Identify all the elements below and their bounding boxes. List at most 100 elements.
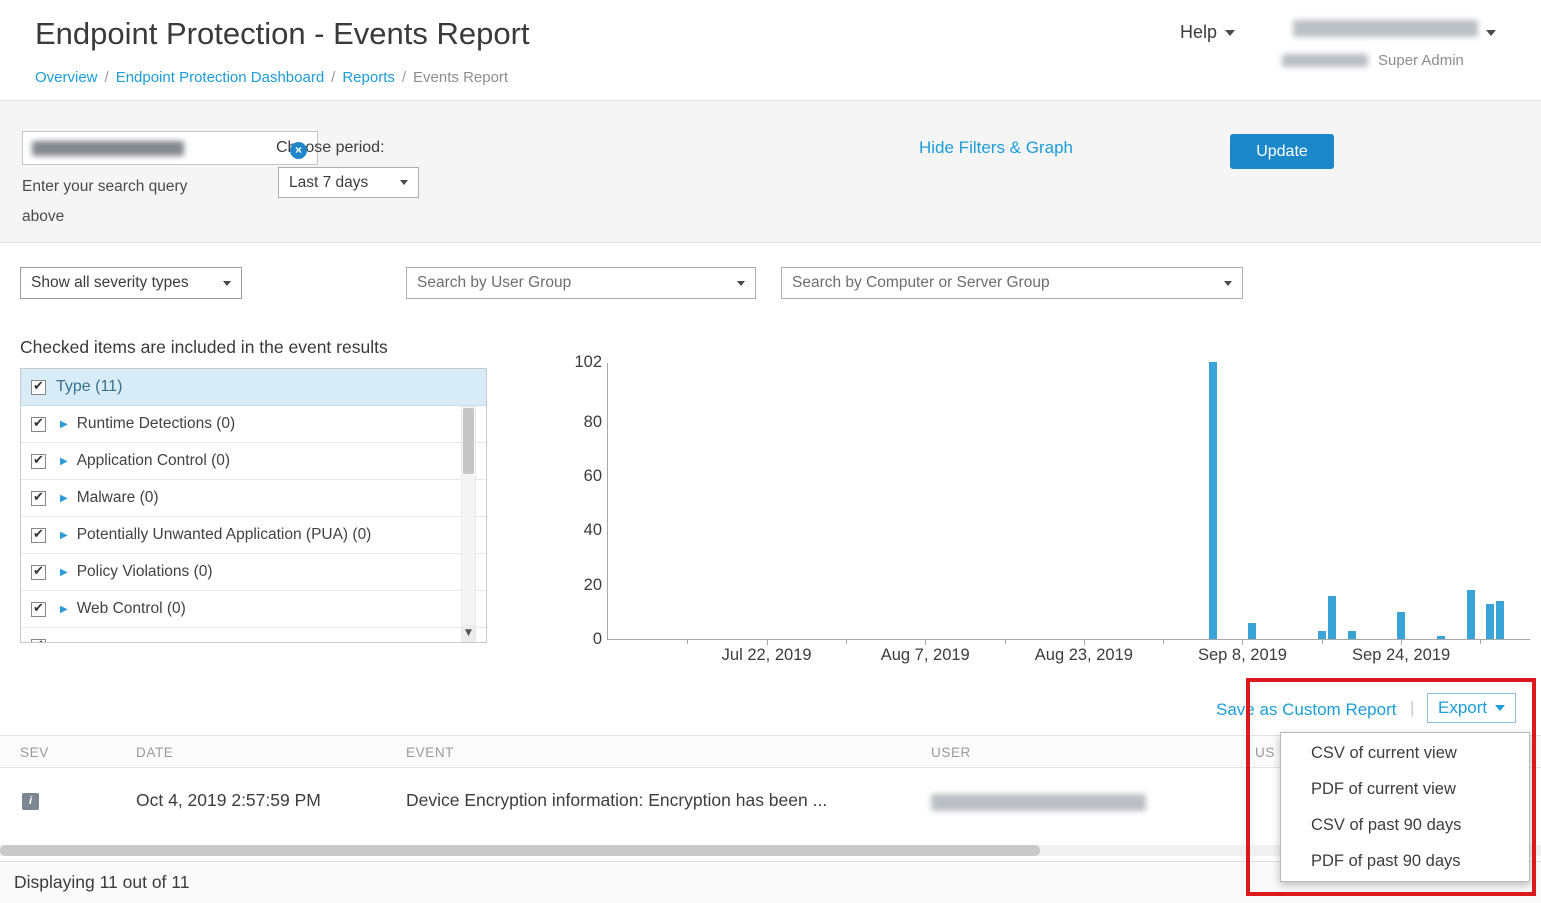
column-header-event: EVENT bbox=[406, 736, 454, 769]
expand-arrow-icon[interactable]: ▶ bbox=[60, 530, 68, 541]
type-filter-item[interactable]: ▶ Policy Violations (0) bbox=[21, 554, 486, 591]
x-axis-tick bbox=[1005, 640, 1006, 644]
column-header-user: USER bbox=[931, 736, 971, 769]
type-filter-label: Potentially Unwanted Application (PUA) (… bbox=[77, 526, 372, 544]
chart-bar bbox=[1397, 612, 1405, 639]
hide-filters-link[interactable]: Hide Filters & Graph bbox=[919, 138, 1073, 158]
x-axis-tick bbox=[1322, 640, 1323, 644]
redacted-search-query bbox=[32, 141, 184, 156]
chart-bar bbox=[1496, 601, 1504, 639]
x-axis-tick bbox=[1242, 640, 1243, 645]
y-axis: 020406080102 bbox=[560, 363, 602, 640]
x-axis-tick bbox=[687, 640, 688, 644]
redacted-user bbox=[931, 794, 1146, 811]
scrollbar-thumb[interactable] bbox=[0, 845, 1040, 856]
displaying-count: Displaying 11 out of 11 bbox=[14, 872, 189, 893]
chart-bar bbox=[1209, 362, 1217, 639]
user-menu[interactable] bbox=[1293, 20, 1496, 42]
scroll-down-button[interactable]: ▼ bbox=[462, 625, 475, 642]
type-filter-item[interactable]: ▶ Web Control (0) bbox=[21, 591, 486, 628]
chart-bar bbox=[1467, 590, 1475, 639]
type-group-label: Type (11) bbox=[56, 378, 122, 396]
item-checkbox[interactable] bbox=[31, 602, 46, 617]
column-header-sev: SEV bbox=[20, 736, 49, 769]
event-type-filter-panel: Type (11) ▶Runtime Detections (0)▶Applic… bbox=[20, 368, 487, 643]
x-axis-tick bbox=[1084, 640, 1085, 645]
y-axis-label: 102 bbox=[574, 353, 602, 372]
computer-group-placeholder: Search by Computer or Server Group bbox=[792, 274, 1050, 292]
y-axis-label: 20 bbox=[584, 576, 602, 595]
x-axis-label: Sep 24, 2019 bbox=[1331, 646, 1471, 665]
chart-bar bbox=[1318, 631, 1326, 639]
expand-arrow-icon[interactable]: ▶ bbox=[60, 456, 68, 467]
chart-bar bbox=[1437, 636, 1445, 639]
export-menu: CSV of current viewPDF of current viewCS… bbox=[1280, 732, 1530, 882]
save-as-custom-report-link[interactable]: Save as Custom Report bbox=[1216, 700, 1396, 720]
y-axis-label: 0 bbox=[593, 630, 602, 649]
expand-arrow-icon[interactable]: ▶ bbox=[60, 493, 68, 504]
type-group-header[interactable]: Type (11) bbox=[21, 369, 486, 406]
breadcrumb-separator: / bbox=[331, 69, 335, 86]
export-menu-item[interactable]: PDF of current view bbox=[1281, 771, 1529, 807]
item-checkbox[interactable] bbox=[31, 454, 46, 469]
vertical-scrollbar[interactable]: ▼ bbox=[461, 406, 476, 643]
export-menu-item[interactable]: CSV of current view bbox=[1281, 735, 1529, 771]
type-filter-label: Application Control (0) bbox=[77, 452, 230, 470]
period-select[interactable]: Last 7 days bbox=[278, 167, 419, 198]
help-menu[interactable]: Help bbox=[1180, 22, 1235, 43]
help-label: Help bbox=[1180, 22, 1217, 42]
chart-bar bbox=[1348, 631, 1356, 639]
chevron-down-icon bbox=[1486, 30, 1496, 36]
breadcrumb-item-endpoint-protection-dashboard[interactable]: Endpoint Protection Dashboard bbox=[116, 69, 324, 86]
expand-arrow-icon[interactable]: ▶ bbox=[60, 604, 68, 615]
type-filter-label: Policy Violations (0) bbox=[77, 563, 213, 581]
severity-info-icon: i bbox=[22, 793, 39, 810]
user-role: Super Admin bbox=[1282, 52, 1464, 69]
expand-arrow-icon[interactable]: ▶ bbox=[60, 419, 68, 430]
chevron-down-icon bbox=[1495, 705, 1505, 711]
type-filter-item[interactable]: ▶ Application Control (0) bbox=[21, 443, 486, 480]
redacted-username bbox=[1293, 20, 1478, 37]
event-description: Device Encryption information: Encryptio… bbox=[406, 790, 827, 811]
export-label: Export bbox=[1438, 698, 1487, 718]
computer-group-select[interactable]: Search by Computer or Server Group bbox=[781, 267, 1243, 299]
item-checkbox[interactable] bbox=[31, 491, 46, 506]
user-group-select[interactable]: Search by User Group bbox=[406, 267, 756, 299]
breadcrumb-separator: / bbox=[105, 69, 109, 86]
export-menu-item[interactable]: PDF of past 90 days bbox=[1281, 843, 1529, 879]
search-input[interactable] bbox=[22, 131, 318, 165]
type-filter-item[interactable]: ▶ Potentially Unwanted Application (PUA) … bbox=[21, 517, 486, 554]
y-axis-label: 80 bbox=[584, 413, 602, 432]
events-bar-chart: 020406080102 Jul 22, 2019Aug 7, 2019Aug … bbox=[560, 352, 1538, 682]
breadcrumb-item-overview[interactable]: Overview bbox=[35, 69, 98, 86]
severity-filter-select[interactable]: Show all severity types bbox=[20, 267, 242, 299]
clear-search-icon[interactable]: × bbox=[290, 142, 307, 159]
chevron-down-icon bbox=[223, 281, 231, 286]
type-filter-item[interactable]: ▶ bbox=[21, 628, 486, 643]
user-group-placeholder: Search by User Group bbox=[417, 274, 571, 292]
update-button[interactable]: Update bbox=[1230, 134, 1334, 169]
breadcrumb: Overview / Endpoint Protection Dashboard / R… bbox=[35, 69, 508, 86]
item-checkbox[interactable] bbox=[31, 639, 46, 644]
export-menu-item[interactable]: CSV of past 90 days bbox=[1281, 807, 1529, 843]
y-axis-label: 40 bbox=[584, 521, 602, 540]
expand-arrow-icon[interactable]: ▶ bbox=[60, 641, 68, 644]
x-axis-tick bbox=[1480, 640, 1481, 644]
expand-arrow-icon[interactable]: ▶ bbox=[60, 567, 68, 578]
type-filter-item[interactable]: ▶Runtime Detections (0) bbox=[21, 406, 486, 443]
y-axis-label: 60 bbox=[584, 467, 602, 486]
breadcrumb-item-reports[interactable]: Reports bbox=[342, 69, 395, 86]
export-button[interactable]: Export bbox=[1427, 693, 1516, 723]
type-group-checkbox[interactable] bbox=[31, 380, 46, 395]
search-helper-text: Enter your search query above bbox=[22, 172, 200, 232]
type-filter-item[interactable]: ▶Malware (0) bbox=[21, 480, 486, 517]
scrollbar-thumb[interactable] bbox=[463, 408, 474, 474]
item-checkbox[interactable] bbox=[31, 417, 46, 432]
chart-bar bbox=[1328, 596, 1336, 639]
item-checkbox[interactable] bbox=[31, 565, 46, 580]
item-checkbox[interactable] bbox=[31, 528, 46, 543]
type-filter-label: Web Control (0) bbox=[77, 600, 186, 618]
chevron-down-icon bbox=[400, 180, 408, 185]
x-axis-label: Aug 23, 2019 bbox=[1014, 646, 1154, 665]
redacted-account-name bbox=[1282, 54, 1368, 67]
